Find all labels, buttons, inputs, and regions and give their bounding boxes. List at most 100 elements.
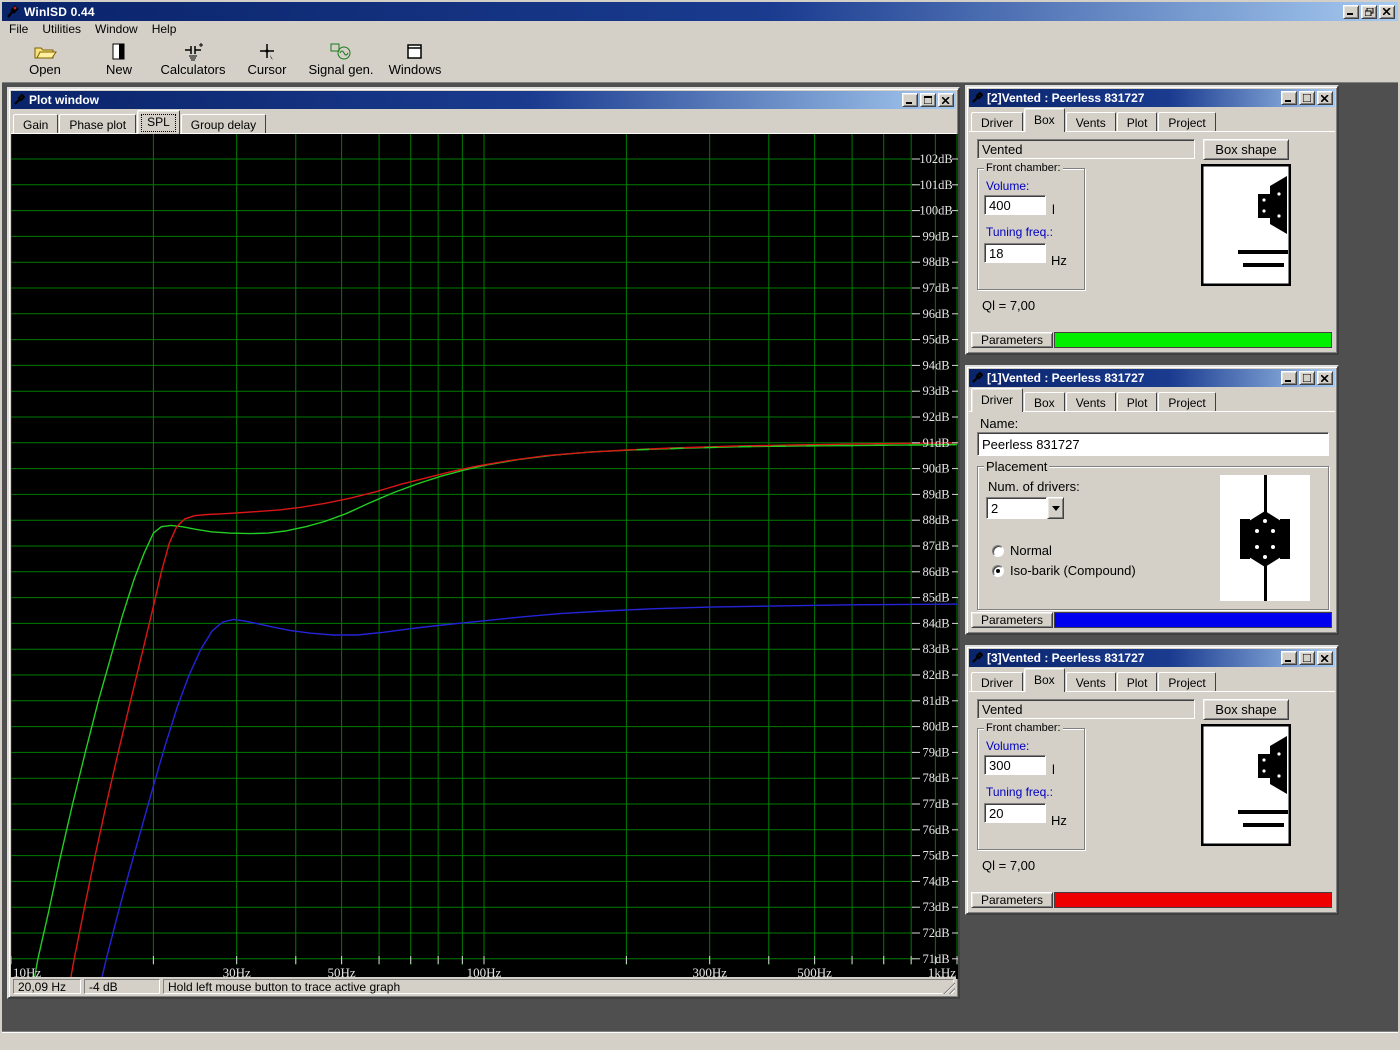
p2-tab-vents[interactable]: Vents: [1066, 112, 1116, 132]
restore-button[interactable]: [1361, 5, 1377, 19]
signal-gen-button[interactable]: Signal gen.: [304, 39, 378, 81]
p2-tab-plot[interactable]: Plot: [1117, 112, 1158, 132]
svg-text:83dB: 83dB: [922, 642, 949, 656]
p2-tuning-input[interactable]: 18: [984, 243, 1046, 263]
p3-box-shape-button[interactable]: Box shape: [1203, 699, 1289, 720]
app-title: WinISD 0.44: [24, 5, 95, 19]
p1-tab-driver[interactable]: Driver: [971, 388, 1023, 412]
p1-minimize-button[interactable]: [1281, 371, 1297, 385]
menu-file[interactable]: File: [2, 21, 35, 37]
p1-status-bar-blue: [1054, 612, 1332, 628]
p1-close-button[interactable]: [1317, 371, 1333, 385]
p1-combo-dropdown-button[interactable]: [1047, 497, 1064, 519]
p3-volume-input[interactable]: 300: [984, 755, 1046, 775]
p3-maximize-button[interactable]: [1299, 651, 1315, 665]
p1-tab-vents[interactable]: Vents: [1066, 392, 1116, 412]
p2-tabs: Driver Box Vents Plot Project: [969, 108, 1335, 132]
calculators-button[interactable]: Calculators: [156, 39, 230, 81]
p1-titlebar[interactable]: [1]Vented : Peerless 831727: [969, 369, 1335, 387]
p2-tab-project[interactable]: Project: [1158, 112, 1215, 132]
plot-maximize-button[interactable]: [920, 93, 936, 107]
svg-text:88dB: 88dB: [922, 513, 949, 527]
p3-tab-vents[interactable]: Vents: [1066, 672, 1116, 692]
p1-radio-isobarik[interactable]: Iso-barik (Compound): [992, 563, 1136, 578]
p3-tab-driver[interactable]: Driver: [971, 672, 1023, 692]
svg-text:87dB: 87dB: [922, 539, 949, 553]
radio-circle-checked[interactable]: [992, 565, 1004, 577]
p3-tab-plot[interactable]: Plot: [1117, 672, 1158, 692]
p3-status-bar-red: [1054, 892, 1332, 908]
p1-parameters-button[interactable]: Parameters: [971, 612, 1053, 628]
p3-tab-box[interactable]: Box: [1024, 668, 1065, 692]
p1-driver-name-input[interactable]: Peerless 831727: [977, 432, 1329, 456]
p1-name-label: Name:: [980, 416, 1018, 431]
svg-text:96dB: 96dB: [922, 307, 949, 321]
tab-group-delay[interactable]: Group delay: [181, 114, 266, 134]
svg-text:92dB: 92dB: [922, 410, 949, 424]
plot-minimize-button[interactable]: [902, 93, 918, 107]
p3-minimize-button[interactable]: [1281, 651, 1297, 665]
p3-front-chamber-group: Front chamber: Volume: 300 l Tuning freq…: [977, 728, 1085, 850]
svg-text:95dB: 95dB: [922, 333, 949, 347]
p2-tab-box[interactable]: Box: [1024, 108, 1065, 132]
svg-text:81dB: 81dB: [922, 694, 949, 708]
menubar: File Utilities Window Help: [2, 21, 1398, 37]
status-hint: Hold left mouse button to trace active g…: [163, 979, 954, 994]
spl-plot-canvas[interactable]: 102dB101dB100dB99dB98dB97dB96dB95dB94dB9…: [11, 134, 958, 979]
window-icon: [406, 41, 424, 61]
app-bottom-statusbar: [2, 1032, 1398, 1048]
svg-text:71dB: 71dB: [922, 952, 949, 966]
p1-tab-plot[interactable]: Plot: [1117, 392, 1158, 412]
p2-maximize-button[interactable]: [1299, 91, 1315, 105]
main-titlebar[interactable]: WinISD 0.44: [2, 2, 1398, 21]
p2-titlebar[interactable]: [2]Vented : Peerless 831727: [969, 89, 1335, 107]
p2-minimize-button[interactable]: [1281, 91, 1297, 105]
p1-num-drivers-label: Num. of drivers:: [988, 479, 1080, 494]
p2-volume-label: Volume:: [986, 179, 1029, 193]
p3-parameters-button[interactable]: Parameters: [971, 892, 1053, 908]
svg-text:97dB: 97dB: [922, 281, 949, 295]
tab-phase-plot[interactable]: Phase plot: [59, 114, 136, 134]
tab-spl[interactable]: SPL: [137, 110, 180, 134]
menu-help[interactable]: Help: [145, 21, 184, 37]
radio-circle-unchecked[interactable]: [992, 545, 1004, 557]
p2-volume-input[interactable]: 400: [984, 195, 1046, 215]
plot-window-titlebar[interactable]: Plot window: [11, 91, 956, 109]
p3-box-type-field[interactable]: Vented: [977, 699, 1195, 719]
p3-tab-project[interactable]: Project: [1158, 672, 1215, 692]
menu-window[interactable]: Window: [88, 21, 145, 37]
tab-gain[interactable]: Gain: [13, 114, 58, 134]
p1-tab-project[interactable]: Project: [1158, 392, 1215, 412]
p3-titlebar[interactable]: [3]Vented : Peerless 831727: [969, 649, 1335, 667]
p3-volume-unit: l: [1052, 762, 1055, 777]
minimize-button[interactable]: [1343, 5, 1359, 19]
p3-tuning-input[interactable]: 20: [984, 803, 1046, 823]
svg-text:100dB: 100dB: [919, 204, 952, 218]
p1-maximize-button[interactable]: [1299, 371, 1315, 385]
p2-wrench-icon: [971, 92, 983, 104]
p2-volume-unit: l: [1052, 202, 1055, 217]
p2-parameters-button[interactable]: Parameters: [971, 332, 1053, 348]
p2-box-tab-content: Vented Box shape Front chamber: Volume: …: [969, 132, 1335, 351]
p1-num-drivers-value[interactable]: 2: [986, 497, 1047, 519]
svg-text:73dB: 73dB: [922, 900, 949, 914]
p2-close-button[interactable]: [1317, 91, 1333, 105]
spl-chart[interactable]: 102dB101dB100dB99dB98dB97dB96dB95dB94dB9…: [11, 134, 958, 979]
new-button[interactable]: New: [82, 39, 156, 81]
p2-status-bar-green: [1054, 332, 1332, 348]
p2-front-chamber-group: Front chamber: Volume: 400 l Tuning freq…: [977, 168, 1085, 290]
p2-tab-driver[interactable]: Driver: [971, 112, 1023, 132]
plot-close-button[interactable]: [938, 93, 954, 107]
cursor-button[interactable]: Cursor: [230, 39, 304, 81]
windows-button[interactable]: Windows: [378, 39, 452, 81]
p1-radio-normal[interactable]: Normal: [992, 543, 1052, 558]
p1-num-drivers-combo[interactable]: 2: [986, 497, 1064, 519]
p3-close-button[interactable]: [1317, 651, 1333, 665]
menu-utilities[interactable]: Utilities: [35, 21, 88, 37]
p2-box-type-field[interactable]: Vented: [977, 139, 1195, 159]
open-button[interactable]: Open: [8, 39, 82, 81]
p1-tab-box[interactable]: Box: [1024, 392, 1065, 412]
close-button[interactable]: [1379, 5, 1395, 19]
svg-text:101dB: 101dB: [919, 178, 952, 192]
p2-box-shape-button[interactable]: Box shape: [1203, 139, 1289, 160]
